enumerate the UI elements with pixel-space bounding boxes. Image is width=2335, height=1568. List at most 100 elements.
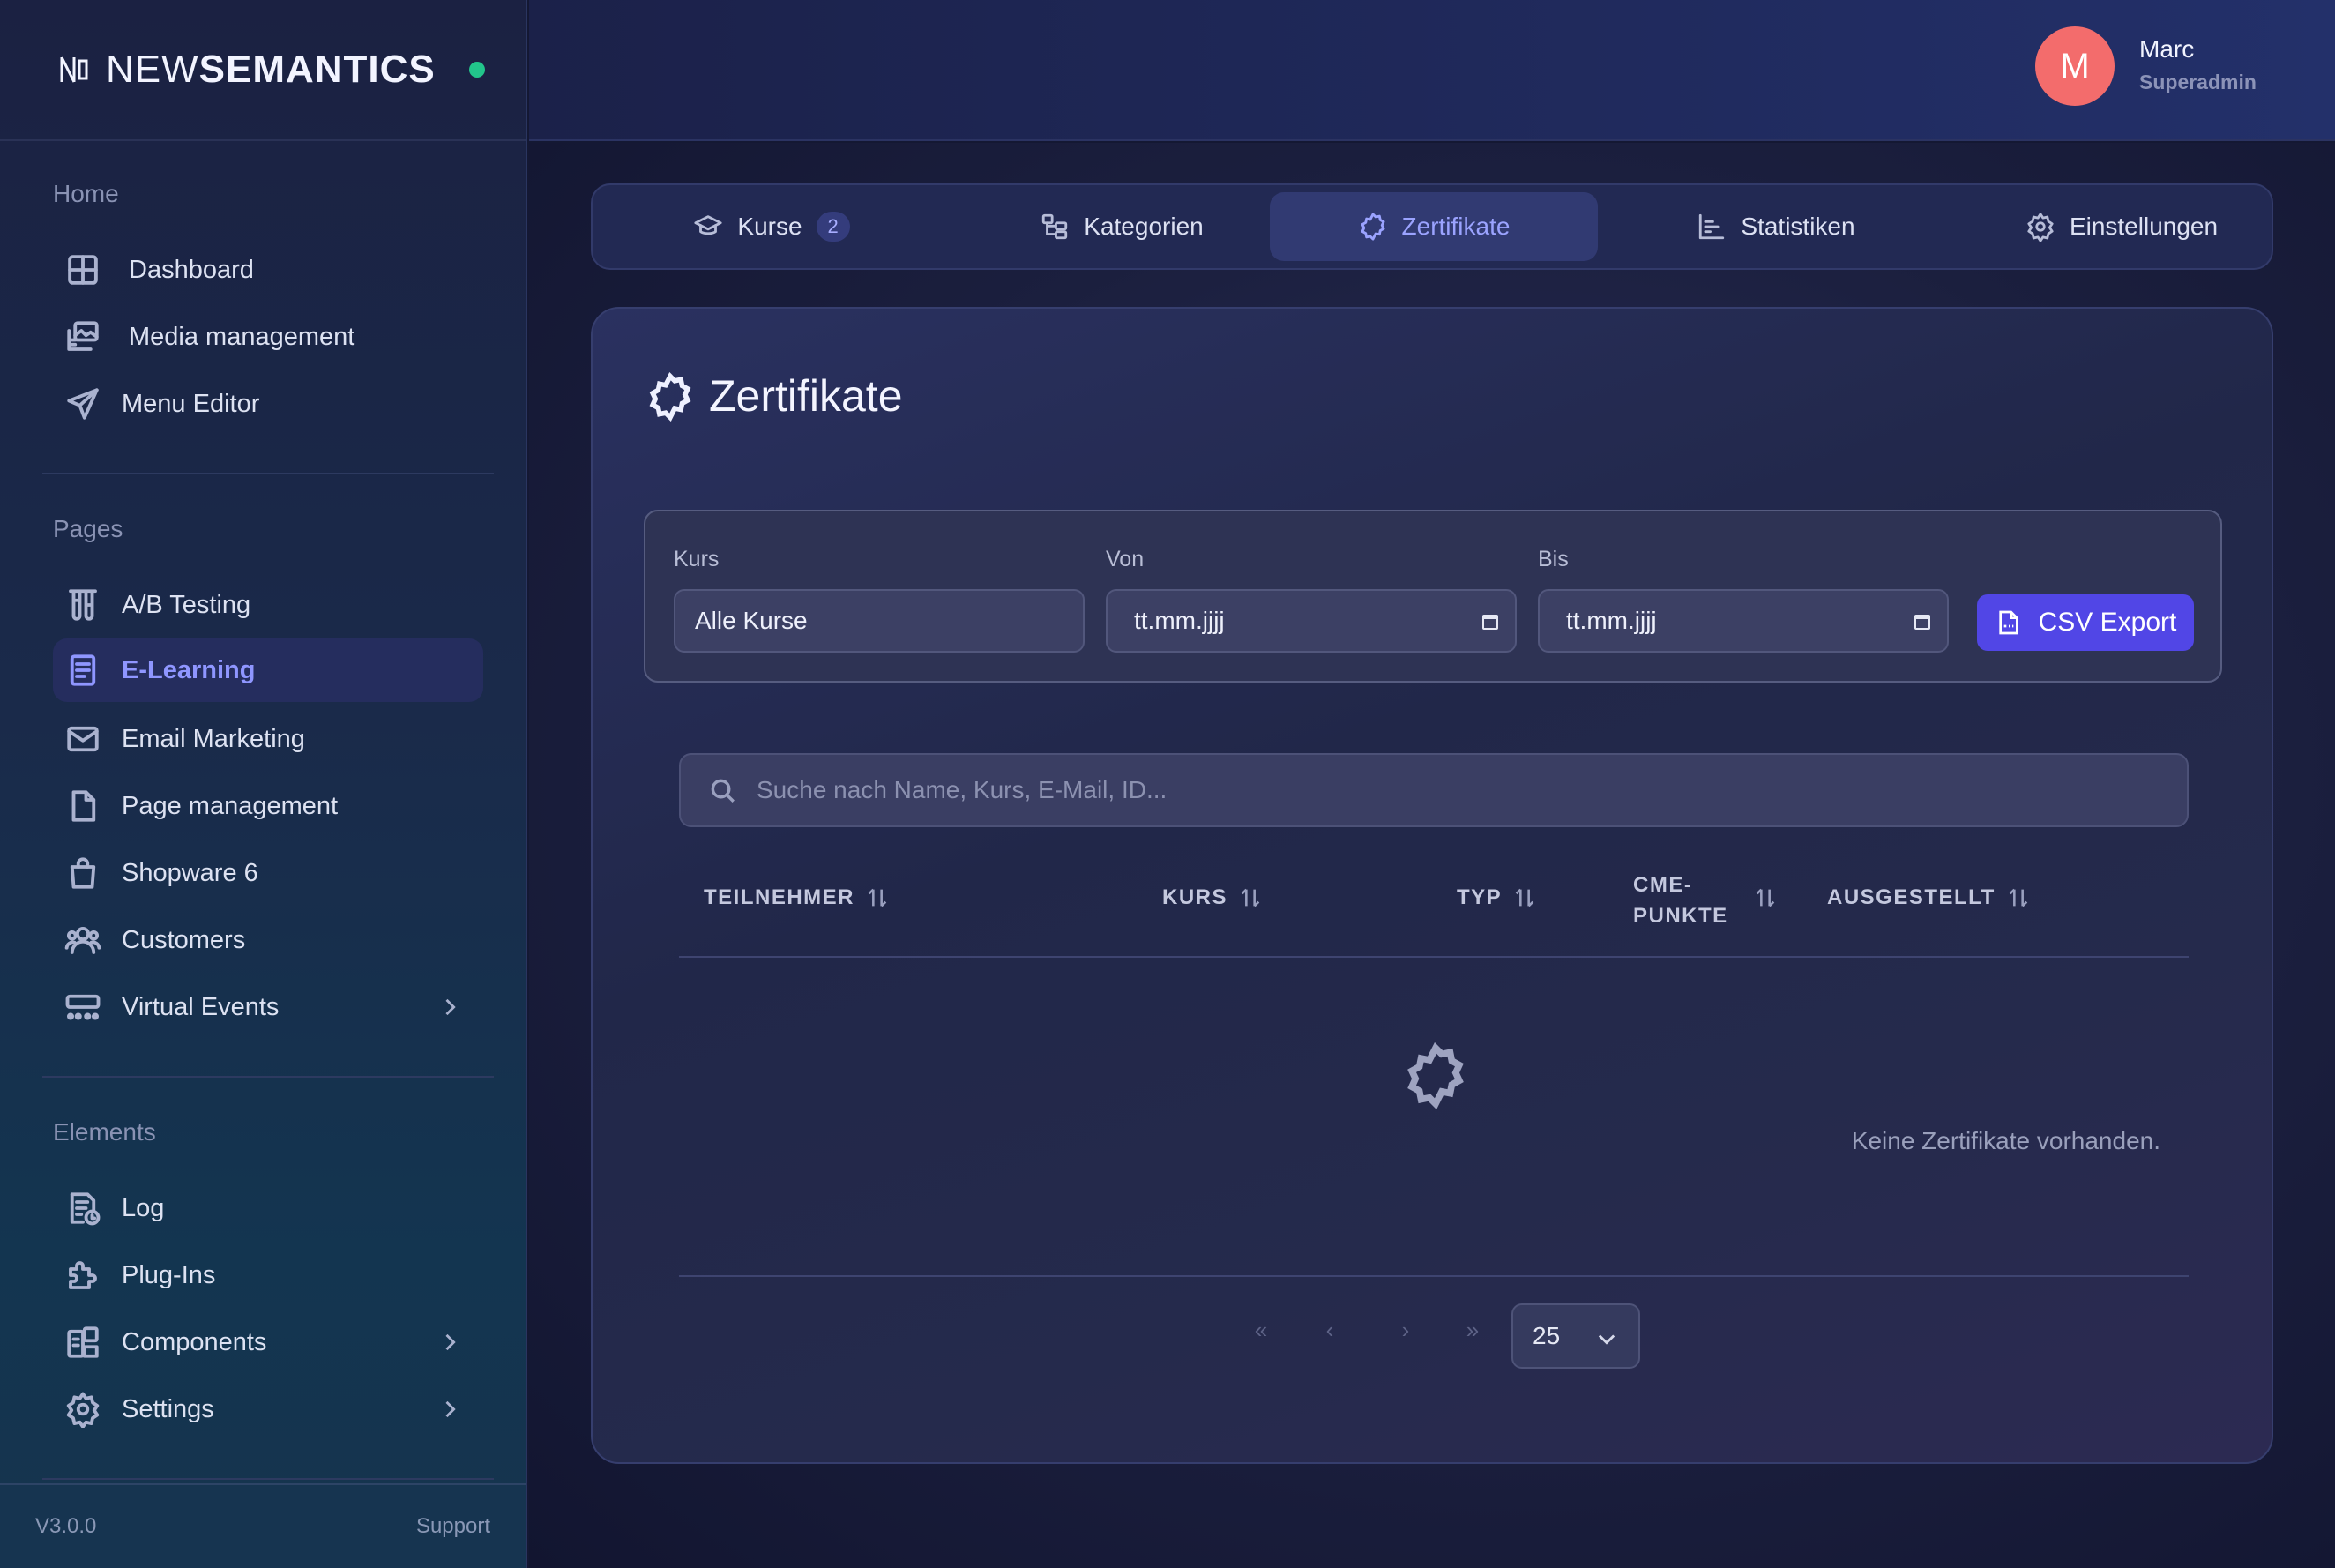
sidebar-item-media-management[interactable]: Media management <box>53 305 483 369</box>
tab-label: Zertifikate <box>1401 213 1511 240</box>
sidebar-item-label: Virtual Events <box>122 992 280 1021</box>
calendar-icon[interactable] <box>1912 610 1933 631</box>
file-icon <box>58 781 108 831</box>
sidebar-item-label: Page management <box>122 791 339 820</box>
to-date-label: Bis <box>1538 547 1569 571</box>
gear-icon <box>2027 213 2054 242</box>
course-filter-label: Kurs <box>674 547 720 571</box>
sidebar-item-e-learning[interactable]: E-Learning <box>53 638 483 702</box>
previous-page-button[interactable]: ‹ <box>1312 1312 1347 1348</box>
sidebar-item-plug-ins[interactable]: Plug-Ins <box>53 1243 483 1307</box>
bar-chart-icon <box>1699 213 1725 240</box>
badge-icon <box>1402 1042 1469 1110</box>
sidebar-item-label: Plug-Ins <box>122 1260 216 1289</box>
sidebar-item-label: Customers <box>122 925 246 954</box>
tab-bar: Kurse 2 Kategorien Zertifikate Statistik… <box>591 183 2273 270</box>
brand[interactable]: NEWSEMANTICS <box>0 0 526 141</box>
brand-logo-icon <box>58 54 90 86</box>
sidebar-item-log[interactable]: Log <box>53 1176 483 1240</box>
sidebar-item-components[interactable]: Components <box>53 1310 483 1374</box>
column-header-label: TYP <box>1457 885 1503 909</box>
to-date-input[interactable]: tt.mm.jjjj <box>1538 589 1949 653</box>
sidebar-item-menu-editor[interactable]: Menu Editor <box>53 372 483 436</box>
column-header-teilnehmer[interactable]: TEILNEHMER <box>704 885 890 910</box>
last-page-button[interactable]: » <box>1455 1312 1490 1348</box>
table-header-divider <box>679 956 2189 958</box>
page-size-value: 25 <box>1533 1322 1561 1349</box>
sidebar-item-label: Shopware 6 <box>122 858 258 887</box>
sidebar-item-label: Email Marketing <box>122 724 305 753</box>
column-header-kurs[interactable]: KURS <box>1162 885 1263 910</box>
sidebar-item-page-management[interactable]: Page management <box>53 774 483 838</box>
support-link[interactable]: Support <box>416 1514 490 1539</box>
tab-label: Kategorien <box>1084 213 1204 240</box>
column-header-label: KURS <box>1162 885 1228 909</box>
puzzle-icon <box>58 1251 108 1300</box>
tab-zertifikate[interactable]: Zertifikate <box>1270 192 1598 261</box>
sort-icon <box>2009 888 2027 907</box>
tab-statistiken[interactable]: Statistiken <box>1670 192 1882 261</box>
tab-kategorien[interactable]: Kategorien <box>1007 192 1236 261</box>
sidebar-item-virtual-events[interactable]: Virtual Events <box>53 975 483 1039</box>
chevron-right-icon <box>437 995 462 1019</box>
send-icon <box>58 379 108 429</box>
brand-name: NEWSEMANTICS <box>106 48 436 91</box>
tab-einstellungen[interactable]: Einstellungen <box>1998 192 2245 261</box>
sidebar-item-shopware[interactable]: Shopware 6 <box>53 841 483 905</box>
next-page-button[interactable]: › <box>1388 1312 1423 1348</box>
status-dot <box>469 62 485 78</box>
column-header-typ[interactable]: TYP <box>1457 885 1537 910</box>
sidebar-item-dashboard[interactable]: Dashboard <box>53 238 483 302</box>
shopping-bag-icon <box>58 848 108 898</box>
course-select[interactable]: Alle Kurse <box>674 589 1085 653</box>
topbar: M <box>529 0 2335 141</box>
sidebar-footer: V3.0.0 Support <box>0 1483 526 1568</box>
page-size-select[interactable]: 25 <box>1511 1303 1640 1369</box>
column-header-cme-punkte[interactable]: CME- PUNKTE <box>1633 870 1728 931</box>
csv-file-icon <box>1998 610 2018 635</box>
sidebar-item-label: E-Learning <box>122 655 256 684</box>
first-page-button[interactable]: « <box>1243 1312 1279 1348</box>
empty-state-message: Keine Zertifikate vorhanden. <box>1851 1127 2160 1154</box>
sidebar-item-label: Settings <box>122 1394 214 1423</box>
sidebar: NEWSEMANTICS Home Dashboard Media manage… <box>0 0 527 1568</box>
calendar-icon[interactable] <box>1480 610 1501 631</box>
media-icon <box>58 312 108 362</box>
user-role: Superadmin <box>2139 71 2257 93</box>
sidebar-item-label: Menu Editor <box>122 389 260 418</box>
sidebar-item-customers[interactable]: Customers <box>53 908 483 972</box>
filter-panel: Kurs Alle Kurse Von tt.mm.jjjj Bis tt.mm… <box>644 510 2222 683</box>
tab-label: Kurse <box>737 213 802 240</box>
chevron-down-icon <box>1598 1334 1615 1345</box>
search-bar[interactable] <box>679 753 2189 827</box>
events-icon <box>58 982 108 1032</box>
tab-kurse[interactable]: Kurse 2 <box>675 192 868 261</box>
user-name[interactable]: Marc <box>2139 35 2194 63</box>
components-icon <box>58 1318 108 1367</box>
sidebar-item-label: Media management <box>129 322 355 351</box>
chevron-right-icon <box>437 1330 462 1355</box>
sort-icon <box>1756 888 1775 907</box>
from-date-input[interactable]: tt.mm.jjjj <box>1106 589 1517 653</box>
divider <box>42 1478 494 1480</box>
sidebar-item-label: Dashboard <box>129 255 254 284</box>
badge-icon <box>645 371 695 422</box>
sidebar-item-ab-testing[interactable]: A/B Testing <box>53 573 483 637</box>
csv-export-button[interactable]: CSV Export <box>1977 594 2194 651</box>
avatar[interactable]: M <box>2035 26 2115 106</box>
section-title-home: Home <box>53 180 119 207</box>
column-header-label: PUNKTE <box>1633 904 1728 928</box>
sort-icon <box>868 888 887 907</box>
from-date-label: Von <box>1106 547 1145 571</box>
grid-icon <box>58 245 108 295</box>
column-header-ausgestellt[interactable]: AUSGESTELLT <box>1827 885 2031 910</box>
tab-label: Statistiken <box>1741 213 1855 240</box>
sidebar-item-email-marketing[interactable]: Email Marketing <box>53 707 483 771</box>
count-badge: 2 <box>816 212 850 242</box>
section-title-pages: Pages <box>53 515 123 542</box>
sidebar-item-label: Components <box>122 1327 267 1356</box>
sidebar-item-settings[interactable]: Settings <box>53 1378 483 1441</box>
sort-cme-punkte[interactable] <box>1753 885 1778 910</box>
mail-icon <box>58 714 108 764</box>
search-input[interactable] <box>757 776 2132 804</box>
